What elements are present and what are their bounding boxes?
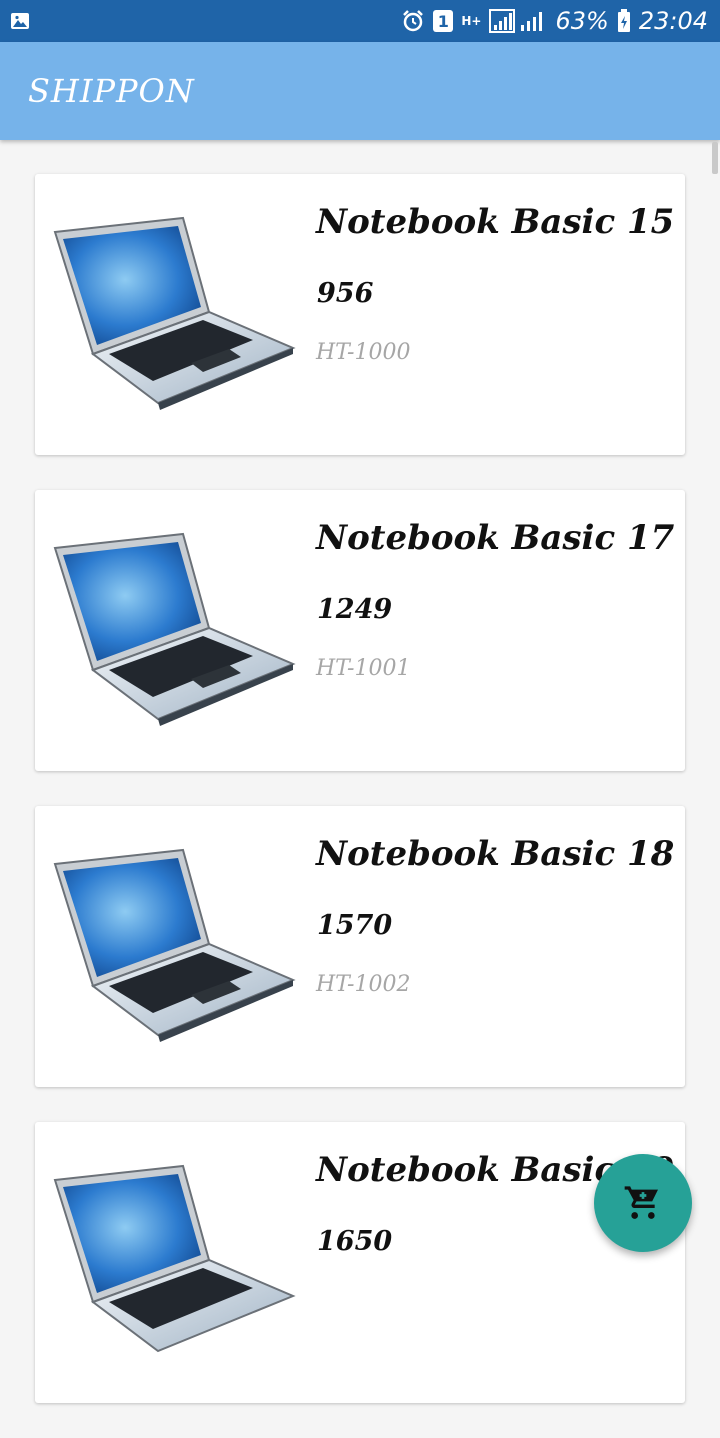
cart-fab-button[interactable] <box>594 1154 692 1252</box>
status-icons: 1 H+ 63% 23:04 <box>401 0 708 42</box>
product-price: 1249 <box>317 594 393 625</box>
product-price: 1650 <box>317 1226 393 1257</box>
laptop-image <box>53 848 296 1042</box>
product-name: Notebook Basic 17 <box>316 518 675 558</box>
product-code: HT-1001 <box>316 656 411 681</box>
laptop-image <box>53 532 296 726</box>
product-name: Notebook Basic 18 <box>316 834 675 874</box>
clock: 23:04 <box>638 7 708 35</box>
product-card[interactable]: Notebook Basic 19 1650 <box>35 1122 685 1403</box>
product-card[interactable]: Notebook Basic 18 1570 HT-1002 <box>35 806 685 1087</box>
signal-icon <box>489 9 543 33</box>
product-name: Notebook Basic 15 <box>316 202 675 242</box>
add-to-cart-icon <box>624 1186 658 1219</box>
product-code: HT-1002 <box>316 972 411 997</box>
notification-badge: 1 <box>433 10 454 32</box>
scrollbar[interactable] <box>712 142 718 174</box>
product-card[interactable]: Notebook Basic 17 1249 HT-1001 <box>35 490 685 771</box>
product-price: 1570 <box>317 910 393 941</box>
alarm-icon <box>403 10 424 32</box>
status-bar: 1 H+ 63% 23:04 <box>0 0 720 42</box>
app-bar: SHIPPON <box>0 42 720 140</box>
image-icon <box>11 13 29 29</box>
product-price: 956 <box>317 278 374 309</box>
product-card[interactable]: Notebook Basic 15 956 HT-1000 <box>35 174 685 455</box>
network-label: H+ <box>461 14 482 28</box>
laptop-image <box>53 1164 296 1353</box>
battery-percent: 63% <box>555 7 609 35</box>
app-title: SHIPPON <box>28 72 195 110</box>
battery-icon <box>617 9 630 32</box>
product-list: Notebook Basic 15 956 HT-1000 Notebook B… <box>35 174 685 1438</box>
product-code: HT-1000 <box>316 340 411 365</box>
laptop-image <box>53 216 296 410</box>
